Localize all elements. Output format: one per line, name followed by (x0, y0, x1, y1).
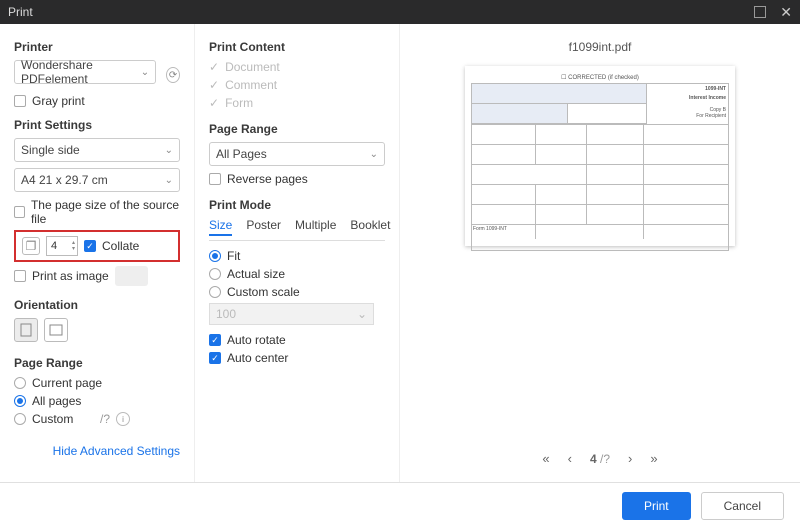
left-panel: Printer Wondershare PDFelement ⌄ ⟳ Gray … (0, 24, 195, 482)
page-preview: ☐ CORRECTED (if checked) 1099-INT Intere… (465, 66, 735, 246)
portrait-icon (20, 323, 32, 337)
pager-prev-icon[interactable]: ‹ (568, 451, 572, 466)
pager-total: /? (600, 452, 610, 466)
chevron-down-icon: ⌄ (370, 149, 378, 160)
fit-radio[interactable] (209, 250, 221, 262)
all-pages-radio[interactable] (14, 395, 26, 407)
scale-value: 100 (216, 307, 236, 321)
gray-print-label: Gray print (32, 94, 85, 108)
dpi-button (115, 266, 148, 286)
copies-icon: ❐ (22, 237, 40, 255)
paper-select[interactable]: A4 21 x 29.7 cm ⌄ (14, 168, 180, 192)
refresh-icon[interactable]: ⟳ (166, 67, 180, 83)
printer-select[interactable]: Wondershare PDFelement ⌄ (14, 60, 156, 84)
orientation-landscape-button[interactable] (44, 318, 68, 342)
custom-radio[interactable] (14, 413, 26, 425)
preview-form-no: 1099-INT (649, 86, 726, 92)
preview-filename: f1099int.pdf (569, 40, 632, 54)
current-page-label: Current page (32, 376, 102, 390)
print-settings-heading: Print Settings (14, 118, 180, 132)
actual-size-radio[interactable] (209, 268, 221, 280)
pager-first-icon[interactable]: « (542, 451, 549, 466)
actual-size-label: Actual size (227, 267, 285, 281)
preview-panel: f1099int.pdf ☐ CORRECTED (if checked) 10… (400, 24, 800, 482)
reverse-label: Reverse pages (227, 172, 308, 186)
reverse-checkbox[interactable] (209, 173, 221, 185)
print-as-image-label: Print as image (32, 269, 109, 283)
auto-center-checkbox[interactable]: ✓ (209, 352, 221, 364)
all-pages-label: All pages (32, 394, 81, 408)
side-value: Single side (21, 143, 80, 157)
source-size-label: The page size of the source file (31, 198, 180, 226)
print-as-image-checkbox[interactable] (14, 270, 26, 282)
page-range-select[interactable]: All Pages ⌄ (209, 142, 385, 166)
custom-scale-radio[interactable] (209, 286, 221, 298)
fit-label: Fit (227, 249, 240, 263)
chevron-down-icon: ⌄ (165, 175, 173, 186)
tab-poster[interactable]: Poster (246, 218, 281, 236)
tab-multiple[interactable]: Multiple (295, 218, 336, 236)
tab-size[interactable]: Size (209, 218, 232, 236)
collate-checkbox[interactable]: ✓ (84, 240, 96, 252)
preview-pager: « ‹ 4 /? › » (542, 439, 657, 472)
auto-rotate-label: Auto rotate (227, 333, 286, 347)
maximize-icon[interactable] (754, 6, 766, 18)
cancel-button[interactable]: Cancel (701, 492, 784, 520)
orientation-portrait-button[interactable] (14, 318, 38, 342)
dialog-body: Printer Wondershare PDFelement ⌄ ⟳ Gray … (0, 24, 800, 482)
preview-corrected: ☐ CORRECTED (if checked) (471, 74, 729, 81)
close-icon[interactable]: ✕ (780, 4, 792, 21)
current-page-radio[interactable] (14, 377, 26, 389)
content-comment: Comment (225, 78, 277, 92)
hide-advanced-link[interactable]: Hide Advanced Settings (14, 444, 180, 458)
mode-tabs: Size Poster Multiple Booklet (209, 218, 385, 241)
auto-center-label: Auto center (227, 351, 288, 365)
gray-print-checkbox[interactable] (14, 95, 26, 107)
window-title: Print (8, 5, 33, 19)
source-size-checkbox[interactable] (14, 206, 25, 218)
chevron-down-icon: ⌄ (165, 145, 173, 156)
page-range-heading: Page Range (14, 356, 180, 370)
orientation-heading: Orientation (14, 298, 180, 312)
copies-value: 4 (51, 240, 57, 252)
print-button[interactable]: Print (622, 492, 691, 520)
custom-label: Custom (32, 412, 73, 426)
pager-last-icon[interactable]: » (650, 451, 657, 466)
print-mode-heading: Print Mode (209, 198, 385, 212)
chevron-down-icon: ⌄ (141, 67, 149, 78)
preview-footer-form: Form 1099-INT (472, 225, 536, 239)
side-select[interactable]: Single side ⌄ (14, 138, 180, 162)
custom-scale-label: Custom scale (227, 285, 300, 299)
tab-booklet[interactable]: Booklet (350, 218, 390, 236)
copies-input[interactable]: 4 ▴▾ (46, 236, 78, 256)
printer-value: Wondershare PDFelement (21, 58, 141, 86)
print-content-heading: Print Content (209, 40, 385, 54)
collate-label: Collate (102, 239, 139, 253)
preview-heading: Interest Income (649, 95, 726, 101)
chevron-down-icon: ⌄ (357, 307, 367, 321)
spin-down-icon[interactable]: ▾ (72, 246, 75, 252)
title-bar: Print ✕ (0, 0, 800, 24)
content-form: Form (225, 96, 253, 110)
pager-current: 4 (590, 452, 597, 466)
landscape-icon (49, 324, 63, 336)
pager-next-icon[interactable]: › (628, 451, 632, 466)
info-icon[interactable]: i (116, 412, 130, 426)
printer-heading: Printer (14, 40, 180, 54)
middle-panel: Print Content ✓Document ✓Comment ✓Form P… (195, 24, 400, 482)
dialog-footer: Print Cancel (0, 482, 800, 528)
auto-rotate-checkbox[interactable]: ✓ (209, 334, 221, 346)
scale-spinner[interactable]: 100 ⌄ (209, 303, 374, 325)
paper-value: A4 21 x 29.7 cm (21, 173, 108, 187)
preview-recipient: For Recipient (649, 113, 726, 119)
page-range-value: All Pages (216, 147, 267, 161)
content-document: Document (225, 60, 280, 74)
page-range-heading-2: Page Range (209, 122, 385, 136)
copies-highlight: ❐ 4 ▴▾ ✓ Collate (14, 230, 180, 262)
